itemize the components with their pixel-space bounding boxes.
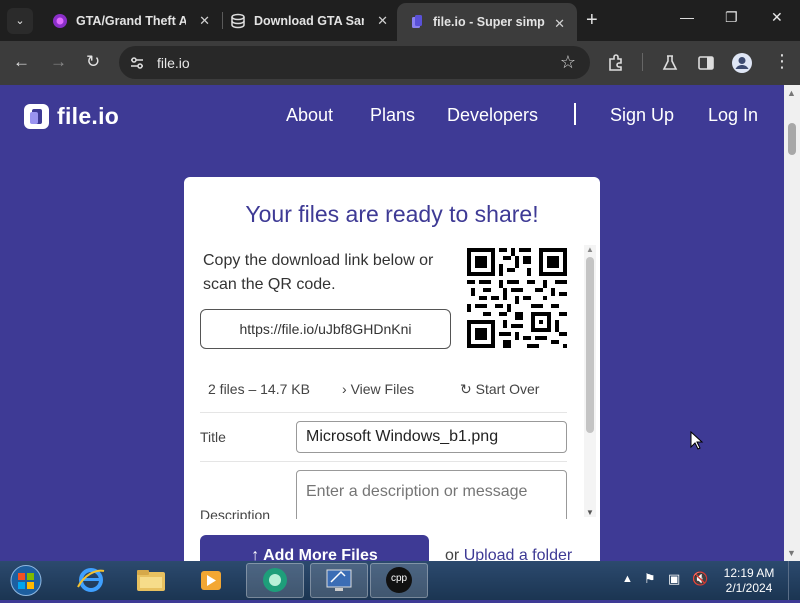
show-desktop-button[interactable] [788,561,800,600]
folder-icon [137,570,165,591]
tab-title: GTA/Grand Theft Auto [76,13,186,28]
title-label: Title [200,429,226,445]
browser-menu-icon[interactable]: ⋮ [773,51,791,71]
nav-signup[interactable]: Sign Up [610,105,674,126]
nav-login[interactable]: Log In [708,105,758,126]
tab-gta[interactable]: GTA/Grand Theft Auto ✕ [40,0,222,41]
files-summary-row: 2 files – 14.7 KB › View Files ↻ Start O… [200,371,567,413]
side-panel-icon[interactable] [697,54,715,72]
card-title: Your files are ready to share! [245,201,539,227]
tray-expand-icon[interactable]: ▲ [622,573,633,585]
clock-date: 2/1/2024 [725,581,773,595]
card-scroll-thumb[interactable] [586,257,594,433]
scroll-up-arrow-icon[interactable]: ▲ [787,88,796,98]
close-tab-icon[interactable]: ✕ [554,16,565,32]
network-icon[interactable]: ▣ [668,571,680,587]
bookmark-star-icon[interactable]: ☆ [560,52,576,73]
taskbar-browser[interactable] [246,563,304,598]
site-header: file.io About Plans Developers Sign Up L… [0,85,784,143]
clock-time: 12:19 AM [723,566,775,580]
logo-text: file.io [57,103,120,129]
action-center-flag-icon[interactable]: ⚑ [644,571,656,587]
scroll-up-arrow-icon[interactable]: ▲ [586,245,594,254]
taskbar-cpp-app[interactable]: cpp [370,563,428,598]
page-scrollbar[interactable]: ▲ ▼ [784,85,800,561]
nav-plans[interactable]: Plans [370,105,415,126]
card-body: Copy the download link below or scan the… [184,241,584,519]
row-divider [200,461,567,462]
tab-fileio[interactable]: file.io - Super simple file sharing ✕ [397,3,577,41]
description-input[interactable] [296,470,567,519]
page-scroll-thumb[interactable] [788,123,796,155]
upload-folder-row: or Upload a folder [445,547,572,561]
file-count: 2 files – 14.7 KB [208,381,310,397]
taskbar-control-panel[interactable] [310,563,368,598]
tab-title: file.io - Super simple file sharing [433,15,545,29]
fileio-favicon-icon [412,15,422,28]
browser-toolbar: ← → ↻ file.io ☆ ⋮ [0,41,800,85]
cpp-app-label: cpp [391,573,408,584]
forward-button[interactable]: → [50,52,67,72]
nav-developers[interactable]: Developers [447,105,538,126]
scroll-down-arrow-icon[interactable]: ▼ [787,548,796,558]
start-button-icon[interactable] [6,561,46,600]
qr-code-icon [467,248,567,348]
fileio-logo[interactable]: file.io [24,103,119,130]
taskbar-clock[interactable]: 12:19 AM 2/1/2024 [716,566,782,596]
monitor-icon [326,569,352,591]
or-text: or [445,547,460,561]
upload-arrow-icon: ↑ [251,547,260,561]
fileio-logo-icon [24,104,49,129]
labs-flask-icon[interactable] [661,54,679,72]
tab-download-gta[interactable]: Download GTA San Andreas ✕ [218,0,400,41]
site-settings-icon[interactable] [129,55,145,71]
view-files-label: View Files [350,381,415,397]
taskbar-explorer[interactable] [122,563,180,598]
extensions-icon[interactable] [607,54,625,72]
description-label: Description [200,507,271,519]
minimize-button[interactable]: — [680,9,694,25]
internet-explorer-icon [77,568,105,592]
start-over-label: Start Over [475,381,540,397]
nav-about[interactable]: About [286,105,333,126]
taskbar-media-player[interactable] [182,563,240,598]
share-instructions: Copy the download link below or scan the… [203,252,434,293]
mouse-cursor-icon [690,431,704,450]
scroll-down-arrow-icon[interactable]: ▼ [586,508,594,517]
close-window-button[interactable]: ✕ [771,9,783,26]
back-button[interactable]: ← [13,52,30,72]
volume-muted-icon[interactable]: 🔇 [692,571,708,587]
address-bar[interactable]: file.io ☆ [119,46,590,79]
refresh-icon: ↻ [460,381,472,397]
url-text: file.io [157,55,190,71]
upload-folder-link[interactable]: Upload a folder [464,547,573,561]
download-link-field[interactable]: https://file.io/uJbf8GHDnKni [200,309,451,349]
media-player-icon [201,571,221,590]
tab-title: Download GTA San Andreas [254,13,364,28]
view-files-link[interactable]: › View Files [342,381,414,397]
title-input[interactable] [296,421,567,453]
browser-tabstrip: ⌄ GTA/Grand Theft Auto ✕ Download GTA Sa… [0,0,800,41]
add-more-files-button[interactable]: ↑ Add More Files [200,535,429,561]
browser-app-icon [263,568,287,592]
profile-avatar-icon[interactable] [731,52,753,74]
share-card: Your files are ready to share! Copy the … [184,177,600,561]
windows-taskbar: cpp ▲ ⚑ ▣ 🔇 12:19 AM 2/1/2024 [0,561,800,600]
start-over-link[interactable]: ↻ Start Over [460,381,539,398]
reload-button[interactable]: ↻ [86,52,100,72]
taskbar-ie[interactable] [62,563,120,598]
database-favicon-icon [231,13,245,28]
close-tab-icon[interactable]: ✕ [199,13,210,29]
tab-search-button[interactable]: ⌄ [7,8,33,34]
gta-favicon-icon [53,13,67,28]
add-more-files-label: Add More Files [263,547,378,561]
new-tab-button[interactable]: + [586,9,598,31]
chevron-right-icon: › [342,381,347,397]
card-scrollbar[interactable]: ▲ ▼ [584,245,596,517]
toolbar-divider [642,53,643,71]
nav-divider [574,103,576,125]
restore-button[interactable]: ❐ [725,9,738,26]
close-tab-icon[interactable]: ✕ [377,13,388,29]
